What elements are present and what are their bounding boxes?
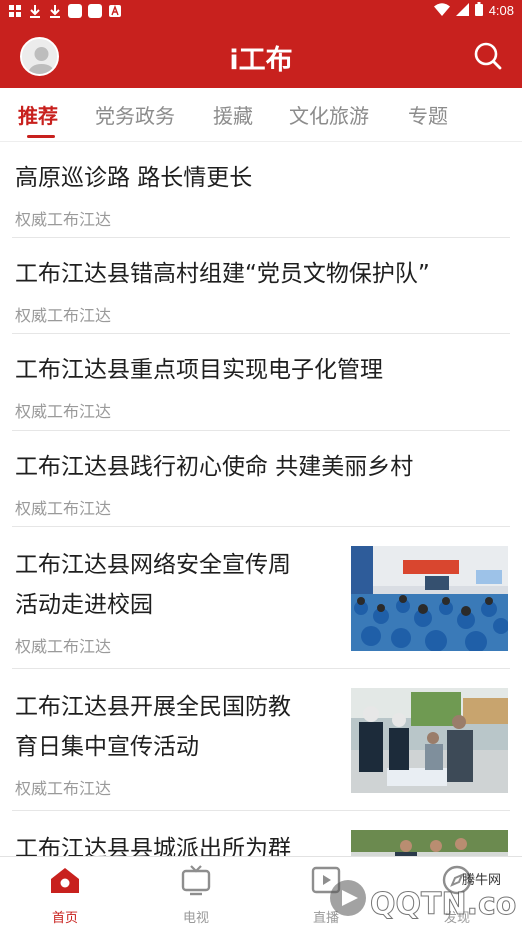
notification-icons xyxy=(8,4,122,18)
news-title-line-2: 活动走进校园 xyxy=(15,592,153,618)
download-icon xyxy=(28,4,42,18)
nav-label: 电视 xyxy=(182,911,209,926)
news-title: 工布江达县践行初心使命 共建美丽乡村 xyxy=(15,454,414,480)
news-title-line-1: 工布江达县开展全民国防教 xyxy=(15,694,291,720)
news-title-line-1: 工布江达县县城派出所为群 xyxy=(15,836,291,856)
nav-tv[interactable]: 电视 xyxy=(156,863,236,926)
news-source: 权威工布江达 xyxy=(15,637,112,656)
tab-party-affairs[interactable]: 党务政务 xyxy=(95,100,175,129)
battery-icon xyxy=(474,2,483,19)
nav-home[interactable]: 首页 xyxy=(25,863,105,926)
news-item[interactable]: 工布江达县网络安全宣传周 活动走进校园 权威工布江达 xyxy=(0,527,522,669)
system-status: 4:08 xyxy=(433,2,514,19)
street-promotion-photo-icon xyxy=(351,688,508,793)
grid-app-icon xyxy=(8,4,22,18)
tab-topics[interactable]: 专题 xyxy=(408,100,448,129)
active-tab-indicator xyxy=(27,135,55,138)
app-notification-icon xyxy=(68,4,82,18)
news-item[interactable]: 工布江达县重点项目实现电子化管理 权威工布江达 xyxy=(0,334,522,431)
app-notification-icon xyxy=(88,4,102,18)
tab-culture-tourism[interactable]: 文化旅游 xyxy=(289,100,369,129)
tab-recommended[interactable]: 推荐 xyxy=(18,100,58,129)
watermark: 腾牛网 QQTN.com xyxy=(322,862,522,926)
app-header: i工布 xyxy=(0,24,522,88)
news-source: 权威工布江达 xyxy=(15,210,112,229)
news-source: 权威工布江达 xyxy=(15,499,112,518)
news-source: 权威工布江达 xyxy=(15,402,112,421)
svg-text:腾牛网: 腾牛网 xyxy=(462,872,501,888)
news-item[interactable]: 高原巡诊路 路长情更长 权威工布江达 xyxy=(0,142,522,238)
news-source: 权威工布江达 xyxy=(15,779,112,798)
news-title-line-1: 工布江达县网络安全宣传周 xyxy=(15,552,291,578)
search-icon xyxy=(474,42,502,70)
news-item[interactable]: 工布江达县践行初心使命 共建美丽乡村 权威工布江达 xyxy=(0,431,522,527)
tv-icon xyxy=(181,865,211,896)
a-app-icon xyxy=(108,4,122,18)
news-title: 高原巡诊路 路长情更长 xyxy=(15,165,253,191)
crowd-photo-icon xyxy=(351,830,508,856)
watermark-logo-icon: 腾牛网 QQTN.com xyxy=(330,872,522,923)
news-source: 权威工布江达 xyxy=(15,306,112,325)
wifi-icon xyxy=(433,2,450,19)
category-tabs: 推荐 党务政务 援藏 文化旅游 专题 xyxy=(0,88,522,142)
search-button[interactable] xyxy=(472,40,504,72)
news-item[interactable]: 工布江达县错高村组建“党员文物保护队” 权威工布江达 xyxy=(0,238,522,334)
status-bar: 4:08 xyxy=(0,0,522,24)
news-title: 工布江达县错高村组建“党员文物保护队” xyxy=(15,261,430,287)
news-title: 工布江达县重点项目实现电子化管理 xyxy=(15,357,383,383)
clock: 4:08 xyxy=(488,3,514,18)
news-item[interactable]: 工布江达县县城派出所为群 xyxy=(0,811,522,856)
classroom-photo-icon xyxy=(351,546,508,651)
svg-text:QQTN.com: QQTN.com xyxy=(370,887,518,922)
app-title: i工布 xyxy=(229,45,293,76)
signal-icon xyxy=(455,2,469,19)
nav-label: 首页 xyxy=(51,911,78,926)
news-item[interactable]: 工布江达县开展全民国防教 育日集中宣传活动 权威工布江达 xyxy=(0,669,522,811)
news-feed: 高原巡诊路 路长情更长 权威工布江达 工布江达县错高村组建“党员文物保护队” 权… xyxy=(0,142,522,856)
tab-aid-tibet[interactable]: 援藏 xyxy=(213,100,253,129)
news-title-line-2: 育日集中宣传活动 xyxy=(15,734,199,760)
download-icon xyxy=(48,4,62,18)
home-icon xyxy=(51,868,79,893)
